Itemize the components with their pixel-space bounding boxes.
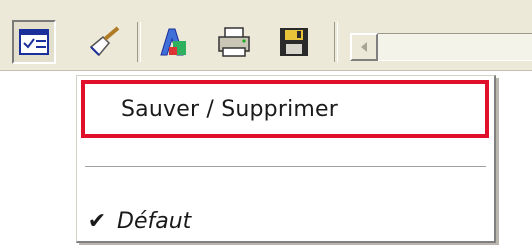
toolbar: [0, 0, 532, 71]
brush-icon: [89, 26, 120, 57]
scroll-track[interactable]: [378, 33, 532, 61]
checkmark-icon: ✔: [87, 208, 107, 234]
menu-divider: [85, 166, 486, 168]
scroll-left-button[interactable]: [350, 33, 378, 61]
menu-item-default[interactable]: ✔ Défaut: [77, 201, 494, 241]
menu-item-save-delete[interactable]: Sauver / Supprimer: [81, 80, 489, 138]
check-grid-icon: [19, 29, 49, 55]
menu-item-label: Défaut: [117, 208, 192, 234]
brush-button[interactable]: [82, 20, 126, 64]
print-button[interactable]: [212, 20, 256, 64]
save-button[interactable]: [272, 20, 316, 64]
text-tool-button[interactable]: [150, 20, 194, 64]
dropdown-menu: Sauver / Supprimer ✔ Défaut: [76, 75, 496, 243]
toolbar-separator: [137, 22, 141, 62]
text-tool-icon: [160, 28, 186, 56]
triangle-left-icon: [361, 42, 367, 52]
floppy-disk-icon: [280, 28, 308, 56]
grid-view-button[interactable]: [12, 20, 56, 64]
printer-icon: [218, 27, 250, 57]
menu-item-label: Sauver / Supprimer: [121, 96, 338, 122]
toolbar-separator: [334, 22, 338, 62]
